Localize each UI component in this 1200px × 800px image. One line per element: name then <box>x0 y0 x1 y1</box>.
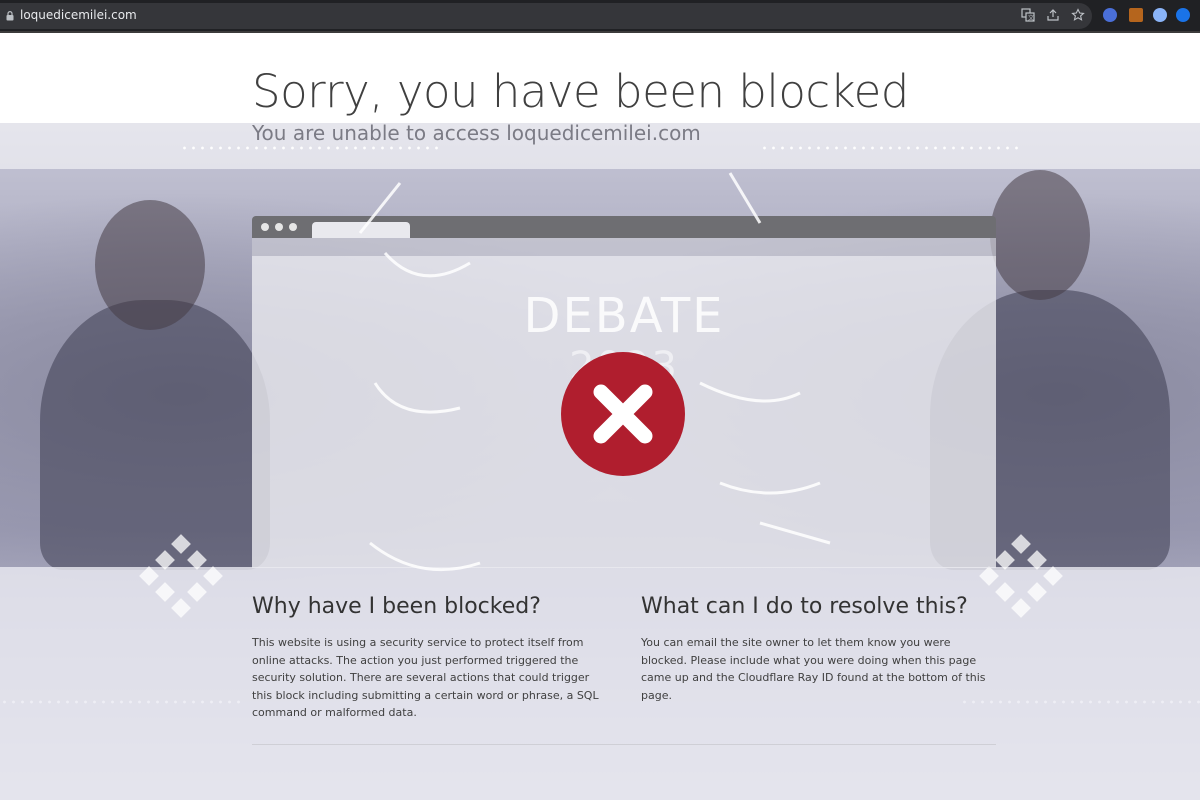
browser-toolbar: loquedicemilei.com 文 <box>0 0 1200 33</box>
why-blocked-column: Why have I been blocked? This website is… <box>252 593 602 722</box>
footer-divider <box>252 744 996 745</box>
extension-globe-icon[interactable] <box>1153 8 1167 22</box>
why-blocked-text: This website is using a security service… <box>252 636 599 719</box>
resolve-text: You can email the site owner to let them… <box>641 636 986 702</box>
svg-text:文: 文 <box>1028 14 1034 22</box>
bookmark-star-icon[interactable] <box>1070 8 1086 24</box>
extension-cursor-icon[interactable] <box>1103 8 1117 22</box>
extension-clipboard-icon[interactable] <box>1129 8 1143 22</box>
resolve-column: What can I do to resolve this? You can e… <box>641 593 991 704</box>
lock-icon[interactable] <box>6 11 14 21</box>
url-text[interactable]: loquedicemilei.com <box>20 8 137 22</box>
share-icon[interactable] <box>1045 8 1061 24</box>
why-blocked-heading: Why have I been blocked? <box>252 594 541 619</box>
translate-icon[interactable]: 文 <box>1020 8 1036 24</box>
address-bar[interactable]: loquedicemilei.com 文 <box>0 3 1092 29</box>
resolve-heading: What can I do to resolve this? <box>641 594 968 619</box>
extension-e-icon[interactable] <box>1176 8 1190 22</box>
page-title: Sorry, you have been blocked <box>252 65 909 118</box>
